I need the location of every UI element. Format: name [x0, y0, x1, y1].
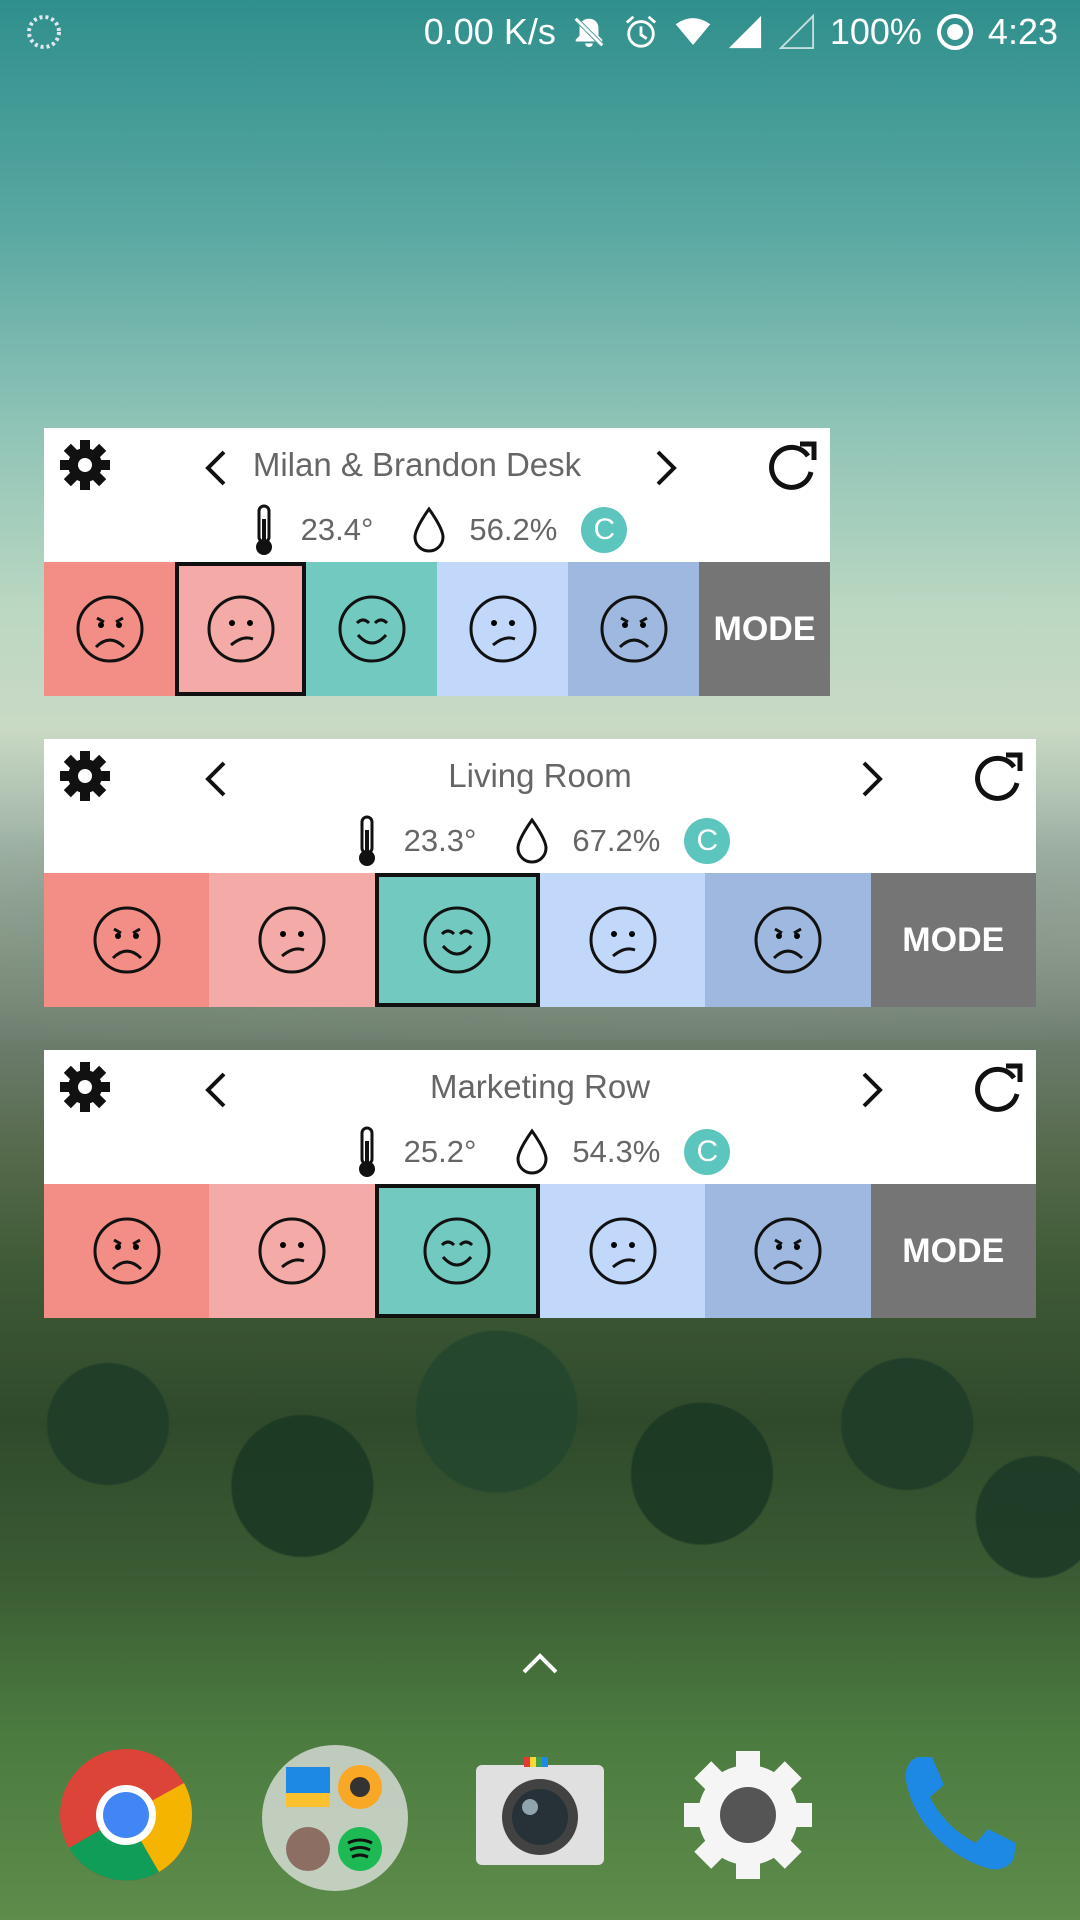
alarm-icon: [622, 13, 660, 51]
folder-icon[interactable]: [262, 1745, 408, 1891]
battery-saver-icon: [936, 13, 974, 51]
network-speed: 0.00 K/s: [423, 11, 556, 52]
thermometer-icon: [255, 504, 272, 555]
confused-face-icon: [589, 906, 657, 974]
humidity-icon: [413, 506, 445, 553]
temperature-value: 23.4°: [300, 512, 374, 547]
frowning-face-icon: [600, 595, 667, 663]
battery-percent: 100%: [829, 11, 922, 52]
unit-toggle[interactable]: C: [581, 507, 628, 553]
mood-very-hot[interactable]: [44, 873, 210, 1007]
folder-contents: [286, 1765, 382, 1871]
chevron-left-icon[interactable]: [200, 1070, 230, 1110]
mood-warm[interactable]: [209, 1184, 375, 1318]
thermometer-icon: [358, 815, 375, 866]
unit-toggle[interactable]: C: [684, 1129, 731, 1175]
widget-title: Marketing Row: [429, 1068, 651, 1105]
confused-face-icon: [258, 1217, 326, 1285]
wifi-icon: [674, 13, 712, 51]
frowning-face-icon: [93, 906, 161, 974]
frowning-face-icon: [754, 906, 822, 974]
gear-icon[interactable]: [58, 1060, 112, 1114]
mood-cool[interactable]: [539, 873, 706, 1007]
humidity-value: 56.2%: [469, 512, 558, 547]
status-bar: 0.00 K/s 100% 4:23: [0, 0, 1080, 64]
mode-button[interactable]: MODE: [699, 562, 830, 696]
confused-face-icon: [258, 906, 326, 974]
mode-button[interactable]: MODE: [870, 873, 1036, 1007]
widget-header: Living Room 23.3° 67.2% C: [44, 739, 1036, 873]
mood-very-hot[interactable]: [44, 1184, 210, 1318]
temperature-value: 23.3°: [403, 823, 477, 858]
mood-cool[interactable]: [539, 1184, 706, 1318]
sensor-readings: 23.4° 56.2% C: [44, 502, 830, 558]
smiling-face-icon: [338, 595, 405, 663]
thermostat-widget: Marketing Row 25.2° 54.3% C MODE: [44, 1050, 1036, 1318]
thermostat-widget: Milan & Brandon Desk 23.4° 56.2% C MODE: [44, 428, 830, 696]
unit-toggle[interactable]: C: [684, 818, 731, 864]
clock: 4:23: [987, 11, 1058, 52]
refresh-icon[interactable]: [970, 1060, 1026, 1116]
confused-face-icon: [589, 1217, 657, 1285]
temperature-value: 25.2°: [403, 1134, 477, 1169]
mood-warm[interactable]: [175, 562, 306, 696]
widget-title: Living Room: [448, 757, 632, 794]
gear-icon[interactable]: [58, 749, 112, 803]
chevron-right-icon[interactable]: [858, 1070, 888, 1110]
widget-title: Milan & Brandon Desk: [252, 446, 582, 483]
mood-row: MODE: [44, 562, 830, 696]
gear-icon[interactable]: [58, 438, 112, 492]
mode-button[interactable]: MODE: [870, 1184, 1036, 1318]
smiling-face-icon: [423, 1217, 491, 1285]
chevron-up-icon[interactable]: [520, 1650, 560, 1676]
mood-cool[interactable]: [437, 562, 568, 696]
mood-comfortable[interactable]: [374, 1184, 541, 1318]
mute-icon: [570, 13, 608, 51]
sensor-readings: 23.3° 67.2% C: [44, 813, 1036, 869]
humidity-icon: [516, 817, 548, 864]
refresh-icon[interactable]: [970, 749, 1026, 805]
mood-very-cold[interactable]: [568, 562, 699, 696]
signal-icon: [726, 13, 764, 51]
camera-icon[interactable]: [472, 1745, 608, 1885]
mood-warm[interactable]: [209, 873, 375, 1007]
frowning-face-icon: [76, 595, 143, 663]
sensor-readings: 25.2° 54.3% C: [44, 1124, 1036, 1180]
humidity-icon: [516, 1128, 548, 1175]
widget-header: Marketing Row 25.2° 54.3% C: [44, 1050, 1036, 1184]
settings-icon[interactable]: [678, 1745, 818, 1885]
chevron-right-icon[interactable]: [858, 759, 888, 799]
loading-icon: [27, 15, 61, 49]
app-dock: [0, 1745, 1080, 1895]
chevron-left-icon[interactable]: [200, 759, 230, 799]
signal-empty-icon: [778, 13, 816, 51]
smiling-face-icon: [423, 906, 491, 974]
widget-header: Milan & Brandon Desk 23.4° 56.2% C: [44, 428, 830, 562]
humidity-value: 54.3%: [572, 1134, 661, 1169]
mood-very-cold[interactable]: [705, 1184, 871, 1318]
mood-row: MODE: [44, 1184, 1036, 1318]
mood-comfortable[interactable]: [306, 562, 437, 696]
mood-row: MODE: [44, 873, 1036, 1007]
frowning-face-icon: [754, 1217, 822, 1285]
confused-face-icon: [469, 595, 536, 663]
chrome-icon[interactable]: [56, 1745, 196, 1885]
mood-comfortable[interactable]: [374, 873, 541, 1007]
phone-icon[interactable]: [890, 1745, 1030, 1885]
mood-very-hot[interactable]: [44, 562, 175, 696]
mood-very-cold[interactable]: [705, 873, 871, 1007]
frowning-face-icon: [93, 1217, 161, 1285]
thermometer-icon: [358, 1126, 375, 1177]
refresh-icon[interactable]: [764, 438, 820, 494]
humidity-value: 67.2%: [572, 823, 661, 858]
confused-face-icon: [207, 595, 274, 663]
thermostat-widget: Living Room 23.3° 67.2% C MODE: [44, 739, 1036, 1007]
chevron-right-icon[interactable]: [652, 448, 682, 488]
